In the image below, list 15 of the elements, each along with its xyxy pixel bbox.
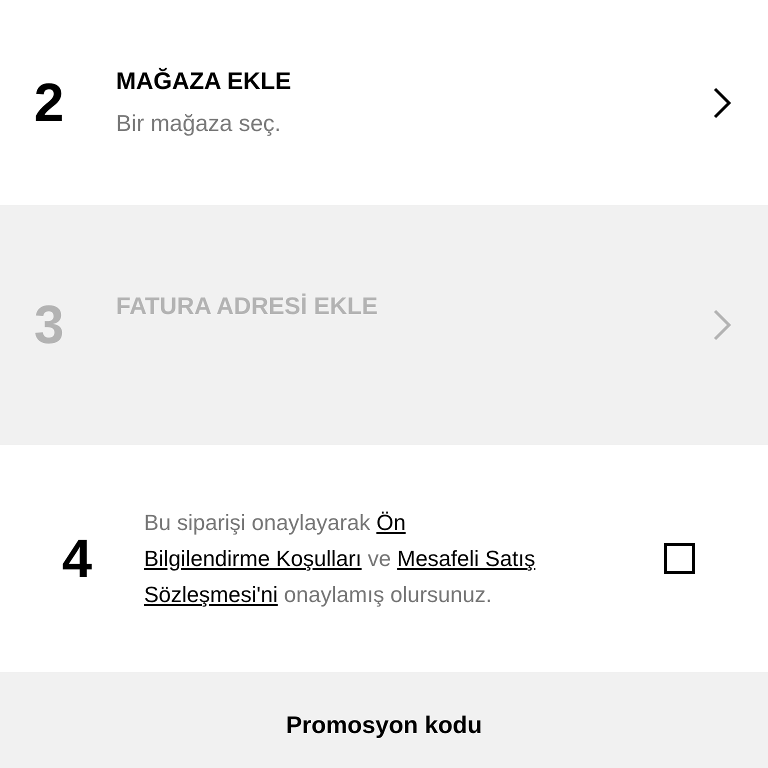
- terms-link[interactable]: Mesafeli Satış: [397, 546, 536, 570]
- terms-link[interactable]: Bilgilendirme Koşulları: [144, 546, 362, 570]
- consent-checkbox[interactable]: [664, 543, 695, 574]
- terms-link[interactable]: Sözleşmesi'ni: [144, 582, 278, 606]
- step-number: 3: [34, 294, 66, 356]
- step-number: 4: [62, 528, 94, 590]
- step-number: 2: [34, 72, 66, 134]
- chevron-right-icon: [712, 86, 732, 120]
- promo-code-label[interactable]: Promosyon kodu: [286, 712, 482, 768]
- consent-text: Bu siparişi onaylayarak Ön Bilgilendirme Koşulları ve Mesafeli Satış Sözleşmesi'ni onaylamış olursunuz.: [144, 508, 536, 609]
- step-subtitle: Bir mağaza seç.: [116, 110, 282, 137]
- terms-link[interactable]: Ön: [376, 510, 406, 534]
- step-title: FATURA ADRESİ EKLE: [116, 293, 379, 321]
- chevron-right-icon: [712, 308, 732, 342]
- step-title: MAĞAZA EKLE: [116, 68, 292, 96]
